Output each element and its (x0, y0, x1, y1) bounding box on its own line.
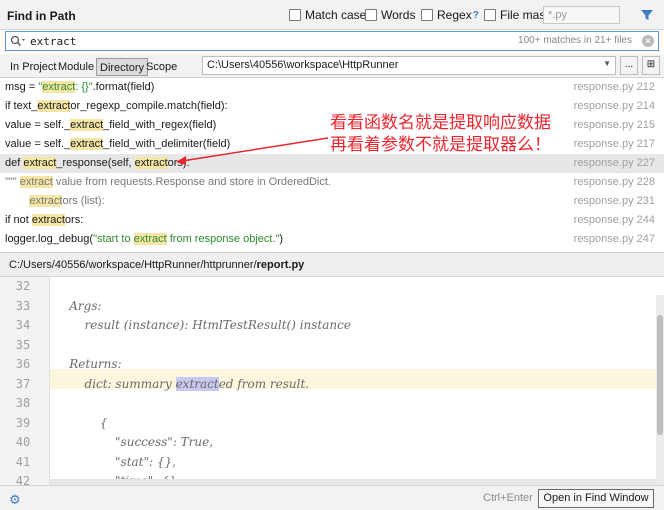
line-number: 39 (15, 416, 31, 430)
annotation-line-2: 再看着参数不就是提取器么！ (330, 135, 551, 155)
line-number: 40 (15, 435, 31, 449)
code-line: "success": True, (54, 435, 214, 449)
line-number: 37 (15, 377, 31, 391)
vertical-scrollbar[interactable] (656, 295, 664, 485)
line-number: 33 (15, 299, 31, 313)
shortcut-hint: Ctrl+Enter (483, 492, 533, 504)
gear-icon[interactable]: ⚙ (9, 492, 21, 508)
code-line: { (54, 416, 108, 430)
preview-header: C:/Users/40556/workspace/HttpRunner/http… (0, 252, 664, 277)
code-line: Returns: (54, 357, 122, 371)
annotation-text: 看看函数名就是提取响应数据 再看着参数不就是提取器么！ (330, 112, 551, 156)
line-number: 36 (15, 357, 31, 371)
line-number: 38 (15, 396, 31, 410)
line-number: 32 (15, 279, 31, 293)
line-number: 35 (15, 338, 31, 352)
code-line: result (instance): HtmlTestResult() inst… (54, 318, 351, 332)
code-line: dict: summary extracted from result. (54, 377, 310, 391)
line-number: 41 (15, 455, 31, 469)
scrollbar-thumb[interactable] (657, 315, 663, 435)
line-number: 42 (15, 474, 31, 485)
code-preview[interactable]: 32 33 34 35 36 37 38 39 40 41 42 Args: r… (0, 277, 664, 485)
open-in-find-window-button[interactable]: Open in Find Window (538, 489, 654, 508)
code-line: "stat": {}, (54, 455, 176, 469)
code-line: Args: (54, 299, 102, 313)
preview-file-path: C:/Users/40556/workspace/HttpRunner/http… (9, 259, 305, 271)
annotation-line-1: 看看函数名就是提取响应数据 (330, 113, 551, 133)
line-number: 34 (15, 318, 31, 332)
dialog-footer: ⚙ Ctrl+Enter Open in Find Window (0, 485, 664, 510)
